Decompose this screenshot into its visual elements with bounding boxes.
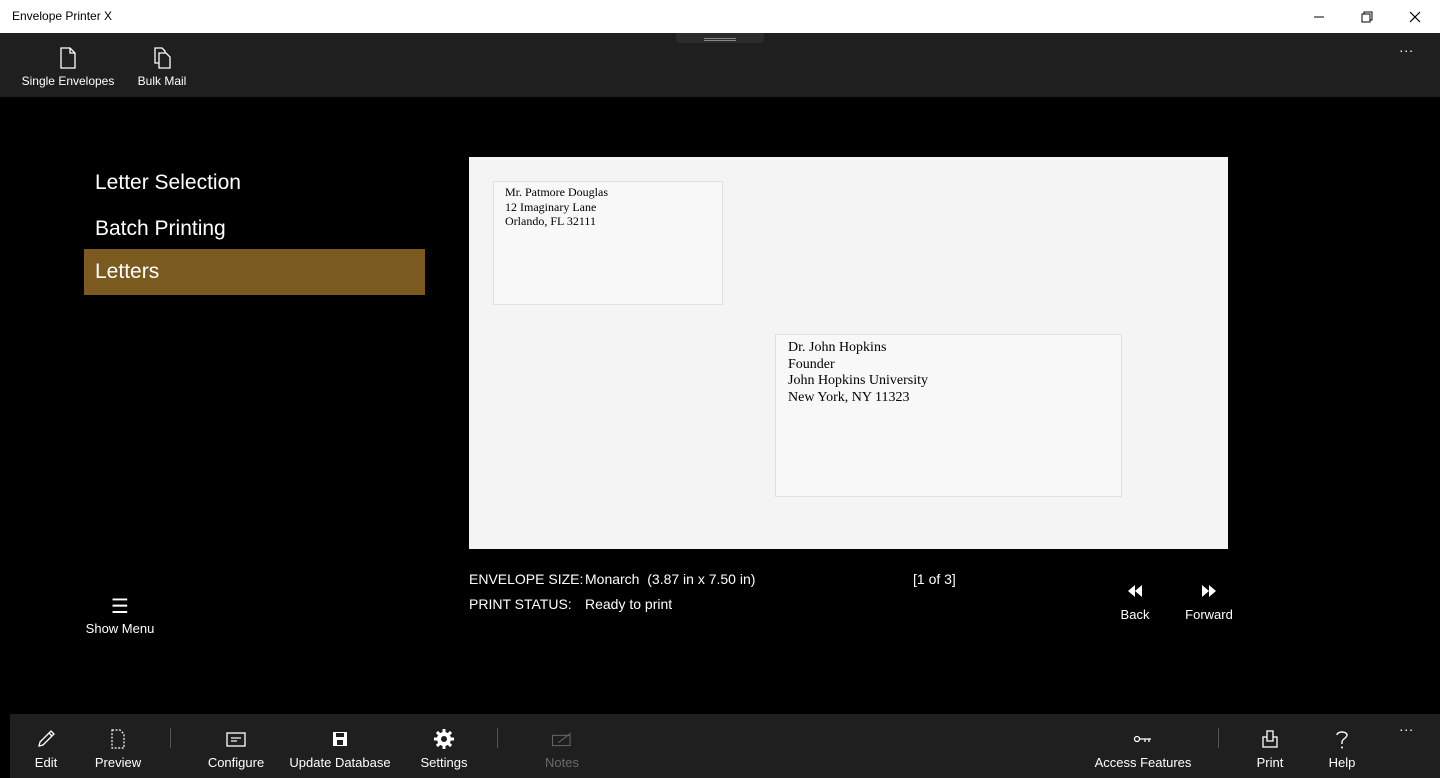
recipient-address-line: Founder xyxy=(788,356,835,372)
rewind-icon xyxy=(1128,585,1142,597)
bottom-command-bar: Edit Preview Configure Update Database S… xyxy=(10,714,1440,778)
top-command-bar: Single Envelopes Bulk Mail ... xyxy=(0,33,1440,97)
return-address-box: Mr. Patmore Douglas 12 Imaginary Lane Or… xyxy=(493,181,723,305)
settings-label: Settings xyxy=(420,755,468,770)
access-features-button[interactable]: Access Features xyxy=(1094,728,1192,770)
recipient-address-line: Dr. John Hopkins xyxy=(788,340,887,355)
configure-icon xyxy=(226,732,246,747)
update-database-label: Update Database xyxy=(289,755,391,770)
save-icon xyxy=(333,732,347,746)
share-print-icon xyxy=(1262,730,1278,748)
preview-button[interactable]: Preview xyxy=(92,728,144,770)
more-options-button[interactable]: ... xyxy=(1399,39,1414,55)
print-status-value: Ready to print xyxy=(585,596,673,612)
recipient-address-line: New York, NY 11323 xyxy=(788,389,910,405)
separator xyxy=(170,728,171,748)
back-label: Back xyxy=(1120,607,1150,622)
document-icon xyxy=(60,47,76,69)
bulk-mail-label: Bulk Mail xyxy=(137,74,187,88)
restore-button[interactable] xyxy=(1344,0,1390,33)
update-database-button[interactable]: Update Database xyxy=(288,728,392,770)
back-button[interactable]: Back xyxy=(1115,584,1155,622)
notes-label: Notes xyxy=(545,755,579,770)
pencil-icon xyxy=(38,730,55,747)
envelope-size-label: ENVELOPE SIZE: xyxy=(469,571,584,587)
print-status-label: PRINT STATUS: xyxy=(469,596,572,612)
forward-button[interactable]: Forward xyxy=(1182,584,1236,622)
nav-item-letter-selection[interactable]: Letter Selection xyxy=(84,160,425,206)
access-features-label: Access Features xyxy=(1094,755,1192,770)
more-options-bottom-button[interactable]: ... xyxy=(1399,718,1414,734)
fast-forward-icon xyxy=(1202,585,1216,597)
edit-button[interactable]: Edit xyxy=(30,728,62,770)
documents-icon xyxy=(154,47,171,69)
edit-label: Edit xyxy=(34,755,58,770)
hamburger-icon: ☰ xyxy=(111,596,129,618)
notes-icon xyxy=(551,732,572,747)
print-label: Print xyxy=(1256,755,1284,770)
show-menu-button[interactable]: ☰ Show Menu xyxy=(80,597,160,636)
close-button[interactable] xyxy=(1392,0,1438,33)
nav-item-batch-printing[interactable]: Batch Printing xyxy=(84,206,425,252)
forward-label: Forward xyxy=(1185,607,1233,622)
help-button[interactable]: Help xyxy=(1324,728,1360,770)
configure-label: Configure xyxy=(207,755,265,770)
nav-item-letters[interactable]: Letters xyxy=(84,249,425,295)
page-indicator: [1 of 3] xyxy=(913,571,956,587)
return-address-line: Orlando, FL 32111 xyxy=(505,214,596,228)
settings-button[interactable]: Settings xyxy=(416,728,472,770)
minimize-icon xyxy=(1314,16,1324,17)
return-address-line: Mr. Patmore Douglas xyxy=(505,185,608,199)
envelope-size-value: Monarch (3.87 in x 7.50 in) xyxy=(585,571,756,587)
close-icon xyxy=(1409,11,1421,22)
question-mark-icon xyxy=(1336,731,1348,749)
app-title: Envelope Printer X xyxy=(12,9,113,23)
bulk-mail-button[interactable]: Bulk Mail xyxy=(132,47,192,93)
key-icon xyxy=(1133,735,1151,743)
single-envelopes-button[interactable]: Single Envelopes xyxy=(18,47,118,93)
minimize-button[interactable] xyxy=(1296,0,1342,33)
help-label: Help xyxy=(1328,755,1356,770)
return-address-line: 12 Imaginary Lane xyxy=(505,199,597,214)
envelope-preview: Mr. Patmore Douglas 12 Imaginary Lane Or… xyxy=(469,157,1228,549)
preview-document-icon xyxy=(111,729,125,749)
configure-button[interactable]: Configure xyxy=(204,728,268,770)
grip-handle[interactable] xyxy=(676,33,764,43)
separator xyxy=(497,728,498,748)
single-envelopes-label: Single Envelopes xyxy=(21,74,115,88)
restore-icon xyxy=(1361,11,1373,22)
show-menu-label: Show Menu xyxy=(85,621,155,636)
notes-button[interactable]: Notes xyxy=(540,728,584,770)
recipient-address-box: Dr. John Hopkins Founder John Hopkins Un… xyxy=(775,334,1122,497)
recipient-address-line: John Hopkins University xyxy=(788,373,928,388)
title-bar: Envelope Printer X xyxy=(0,0,1440,33)
print-button[interactable]: Print xyxy=(1252,728,1288,770)
gear-icon xyxy=(434,729,454,749)
preview-label: Preview xyxy=(94,755,142,770)
separator xyxy=(1218,728,1219,748)
